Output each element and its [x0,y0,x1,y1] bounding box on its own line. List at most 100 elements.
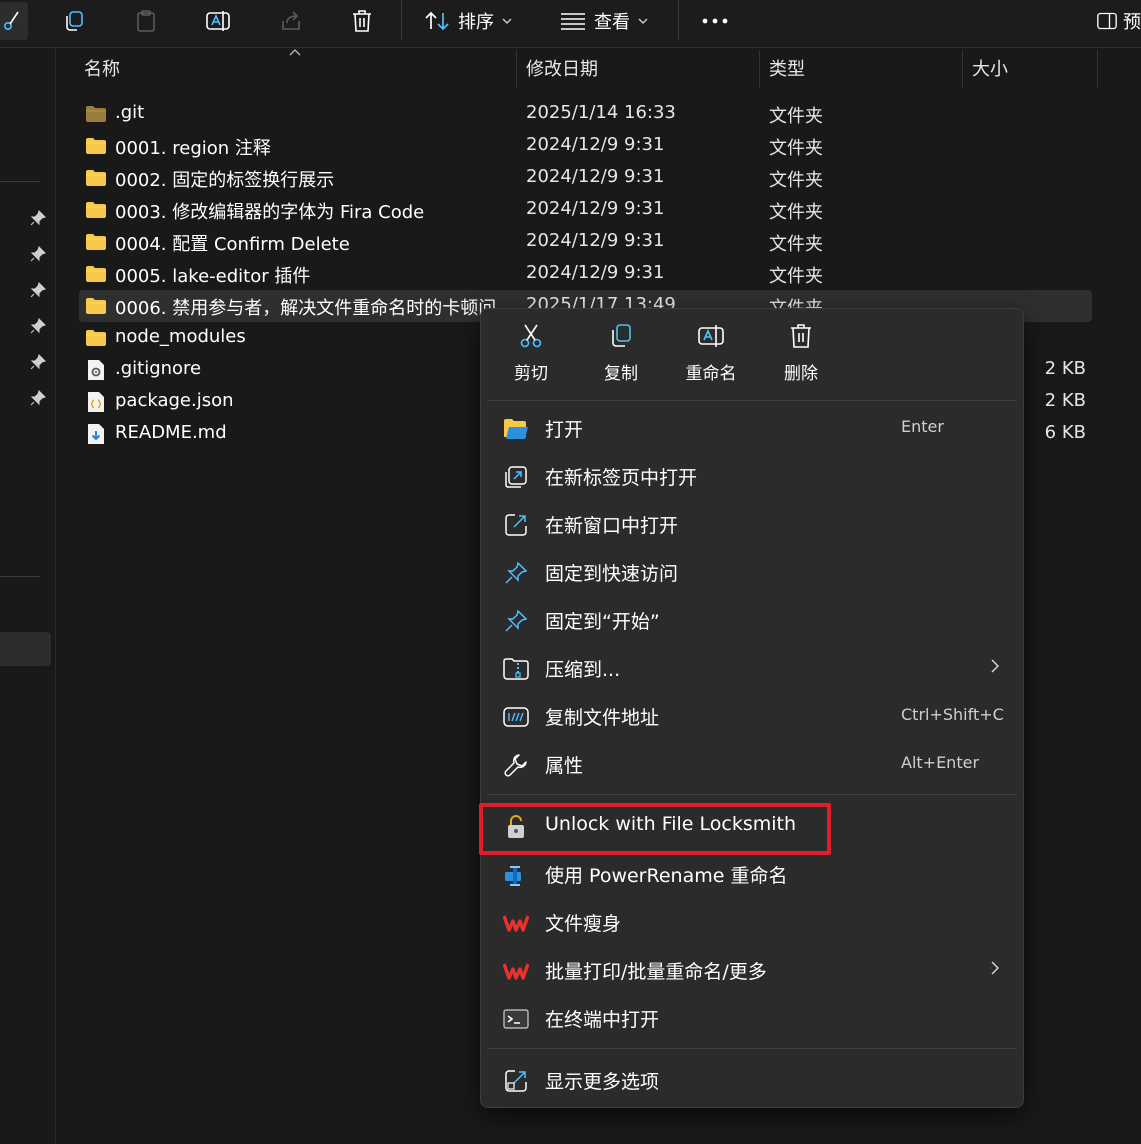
pin-icon[interactable] [30,246,46,262]
nav-item-selected[interactable] [0,632,51,666]
list-item[interactable]: 0004. 配置 Confirm Delete 2024/12/9 9:31 文… [79,226,1092,258]
menu-item-copy-path[interactable]: 复制文件地址 Ctrl+Shift+C [487,693,1017,739]
menu-item-label: 打开 [545,419,584,441]
menu-item-properties[interactable]: 属性 Alt+Enter [487,741,1017,787]
sort-button[interactable]: 排序 [424,2,524,40]
view-list-icon [561,13,585,30]
rename-button[interactable] [202,2,234,40]
shortcut-text: Enter [901,417,944,436]
file-type: 文件夹 [769,266,823,287]
scissors-icon [520,324,542,348]
pin-icon[interactable] [30,354,46,370]
rename-icon [698,325,724,347]
menu-item-label: 固定到“开始” [545,611,660,633]
file-date: 2024/12/9 9:31 [526,230,665,251]
menu-rename-label: 重命名 [685,364,737,384]
md-file-icon [88,424,104,444]
folder-icon [86,202,106,218]
highlight-annotation-box [479,803,831,855]
menu-item-pin-start[interactable]: 固定到“开始” [487,597,1017,643]
pin-icon[interactable] [30,210,46,226]
column-divider[interactable] [516,50,517,88]
file-type: 文件夹 [769,202,823,223]
menu-item-label: 在新标签页中打开 [545,467,698,489]
menu-copy-button[interactable]: 复制 [581,323,661,393]
menu-cut-label: 剪切 [514,364,548,384]
share-button[interactable] [275,2,307,40]
delete-button[interactable] [346,2,378,40]
pin-icon[interactable] [30,318,46,334]
list-item[interactable]: 0003. 修改编辑器的字体为 Fira Code 2024/12/9 9:31… [79,194,1092,226]
file-type: 文件夹 [769,138,823,159]
menu-divider [487,400,1017,401]
more-button[interactable] [700,2,730,40]
menu-item-open-terminal[interactable]: 在终端中打开 [487,995,1017,1041]
column-header-date[interactable]: 修改日期 [526,56,598,86]
column-divider[interactable] [759,50,760,88]
context-menu: 剪切 复制 重命名 删除 打开 Enter 在新标签页中打开 在新窗口中打开 固… [480,308,1024,1108]
column-divider[interactable] [962,50,963,88]
copy-icon [612,324,631,347]
trash-icon [791,324,811,348]
cut-button[interactable] [0,2,28,40]
copy-icon [66,11,83,31]
menu-delete-button[interactable]: 删除 [761,323,841,393]
new-window-icon [503,512,529,538]
gear-file-icon [88,360,104,380]
menu-item-batch-tools[interactable]: 批量打印/批量重命名/更多 [487,947,1017,993]
file-date: 2025/1/14 16:33 [526,102,676,123]
menu-item-file-slimming[interactable]: 文件瘦身 [487,899,1017,945]
menu-item-open-new-tab[interactable]: 在新标签页中打开 [487,453,1017,499]
menu-rename-button[interactable]: 重命名 [671,323,751,393]
column-divider[interactable] [1097,50,1098,88]
menu-item-label: 文件瘦身 [545,913,622,935]
view-button[interactable]: 查看 [560,2,660,40]
menu-cut-button[interactable]: 剪切 [491,323,571,393]
copy-path-icon [503,704,529,730]
file-date: 2024/12/9 9:31 [526,198,665,219]
file-name: 0005. lake-editor 插件 [115,266,311,287]
file-name: 0003. 修改编辑器的字体为 Fira Code [115,202,425,223]
chevron-right-icon [991,961,999,975]
preview-label: 预 [1123,12,1141,33]
scissors-icon [4,11,19,30]
nav-divider [0,576,40,577]
column-header-name[interactable]: 名称 [84,56,120,86]
chevron-down-icon [638,18,648,24]
menu-item-powerrename[interactable]: 使用 PowerRename 重命名 [487,851,1017,897]
menu-item-show-more-options[interactable]: 显示更多选项 [487,1057,1017,1103]
menu-item-open[interactable]: 打开 Enter [487,405,1017,451]
folder-icon [86,266,106,282]
nav-divider [0,181,40,182]
menu-item-pin-quick-access[interactable]: 固定到快速访问 [487,549,1017,595]
file-date: 2024/12/9 9:31 [526,134,665,155]
list-item[interactable]: .git 2025/1/14 16:33 文件夹 [79,98,1092,130]
wrench-icon [503,752,529,778]
zip-folder-icon [503,656,529,682]
file-name: package.json [115,390,234,411]
file-name: 0002. 固定的标签换行展示 [115,170,335,191]
menu-item-compress[interactable]: 压缩到... [487,645,1017,691]
folder-icon [86,138,106,154]
file-date: 2024/12/9 9:31 [526,262,665,283]
file-name: 0006. 禁用参与者，解决文件重命名时的卡顿问 [115,298,497,319]
paste-button[interactable] [130,2,162,40]
list-item[interactable]: 0005. lake-editor 插件 2024/12/9 9:31 文件夹 [79,258,1092,290]
menu-item-label: 使用 PowerRename 重命名 [545,865,788,887]
command-bar: 排序 查看 预 [0,0,1141,48]
trash-icon [353,10,371,32]
file-date: 2024/12/9 9:31 [526,166,665,187]
copy-button[interactable] [58,2,90,40]
shortcut-text: Ctrl+Shift+C [901,705,1004,724]
pin-icon[interactable] [30,390,46,406]
preview-pane-button[interactable]: 预 [1097,2,1141,40]
list-item[interactable]: 0002. 固定的标签换行展示 2024/12/9 9:31 文件夹 [79,162,1092,194]
column-header-size[interactable]: 大小 [972,56,1008,86]
share-icon [282,11,300,30]
toolbar-divider [678,0,679,40]
pin-icon[interactable] [30,282,46,298]
column-header-type[interactable]: 类型 [769,56,805,86]
menu-item-label: 固定到快速访问 [545,563,679,585]
list-item[interactable]: 0001. region 注释 2024/12/9 9:31 文件夹 [79,130,1092,162]
menu-item-open-new-window[interactable]: 在新窗口中打开 [487,501,1017,547]
